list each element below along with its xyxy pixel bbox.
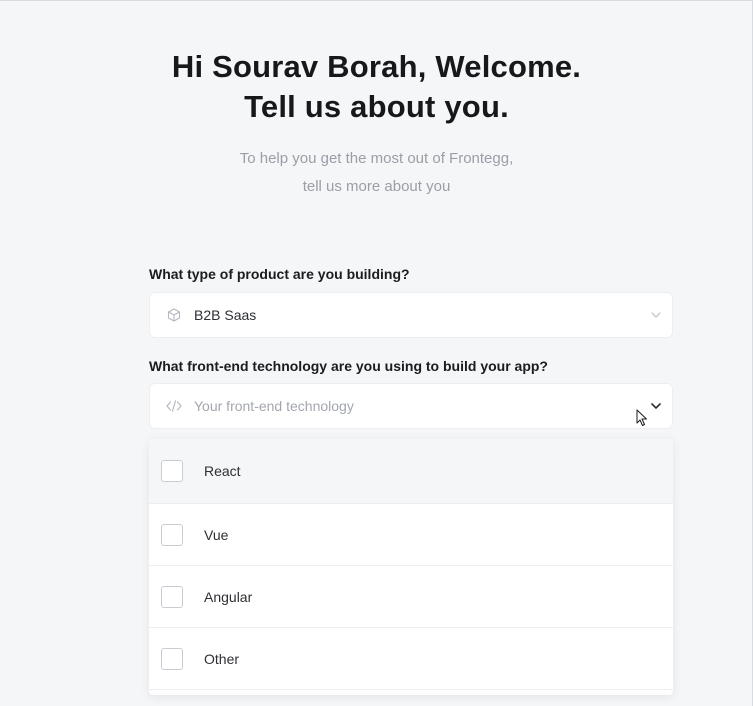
cube-icon: [166, 307, 182, 323]
tech-option-vue[interactable]: Vue: [149, 504, 673, 566]
tech-option-react[interactable]: React: [149, 439, 673, 504]
code-icon: [166, 398, 182, 414]
option-label: Other: [204, 650, 240, 667]
checkbox[interactable]: [161, 523, 183, 546]
checkbox[interactable]: [161, 647, 183, 670]
title-line-2: Tell us about you.: [244, 89, 509, 124]
chevron-down-icon[interactable]: [650, 309, 662, 321]
page-subtitle: To help you get the most out of Frontegg…: [0, 145, 753, 201]
product-type-label: What type of product are you building?: [149, 266, 410, 282]
title-line-1: Hi Sourav Borah, Welcome.: [171, 49, 582, 84]
subtitle-line-2: tell us more about you: [302, 178, 451, 195]
tech-option-angular[interactable]: Angular: [149, 566, 673, 628]
tech-placeholder: Your front-end technology: [194, 398, 354, 414]
page-title: Hi Sourav Borah, Welcome. Tell us about …: [0, 47, 753, 127]
product-type-value: B2B Saas: [194, 307, 257, 323]
subtitle-line-1: To help you get the most out of Frontegg…: [239, 150, 514, 167]
checkbox[interactable]: [161, 585, 183, 608]
checkbox[interactable]: [161, 460, 183, 482]
option-label: Angular: [204, 588, 253, 605]
tech-label: What front-end technology are you using …: [149, 358, 548, 374]
mouse-cursor-icon: [636, 409, 647, 426]
tech-option-other[interactable]: Other: [149, 628, 673, 690]
option-label: React: [204, 463, 241, 479]
product-type-select[interactable]: B2B Saas: [149, 292, 673, 338]
tech-select[interactable]: Your front-end technology: [149, 383, 673, 429]
tech-dropdown-menu: React Vue Angular Other: [149, 439, 673, 695]
option-label: Vue: [204, 526, 229, 543]
chevron-down-icon[interactable]: [650, 400, 662, 412]
